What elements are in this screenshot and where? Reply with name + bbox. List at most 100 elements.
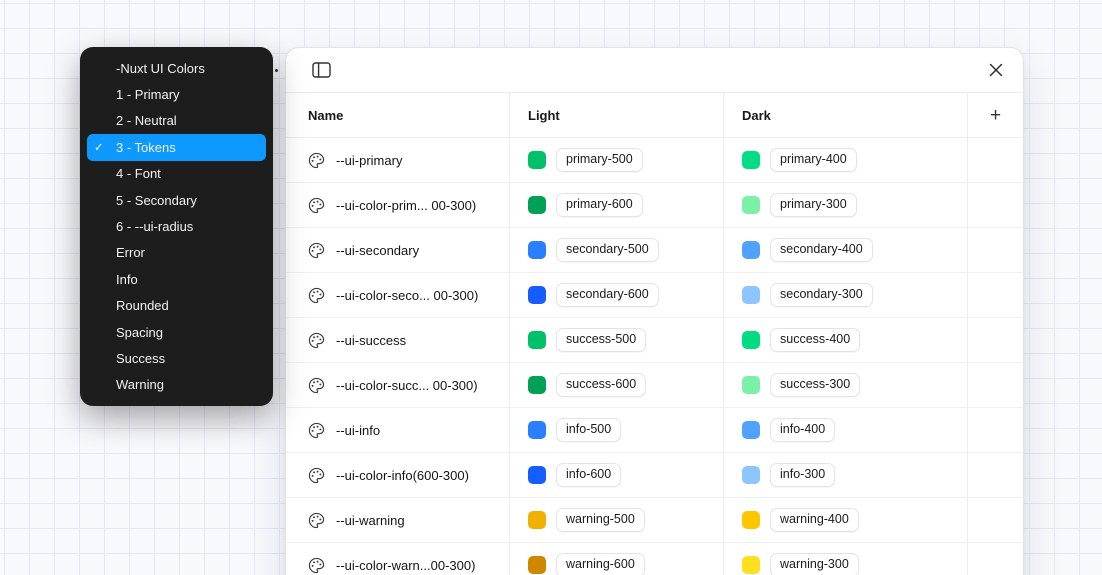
- column-header-light[interactable]: Light: [510, 93, 724, 137]
- light-value-cell[interactable]: info-600: [510, 453, 724, 497]
- color-alias-pill[interactable]: secondary-500: [556, 238, 659, 262]
- color-alias-pill[interactable]: warning-300: [770, 553, 859, 575]
- color-swatch[interactable]: [742, 196, 760, 214]
- color-swatch[interactable]: [742, 466, 760, 484]
- dropdown-menu-item[interactable]: ✓ 3 - Tokens: [87, 134, 266, 160]
- variable-name-cell[interactable]: --ui-color-succ... 00-300): [286, 363, 510, 407]
- dropdown-menu-item[interactable]: ✓ Info: [87, 266, 266, 292]
- color-alias-pill[interactable]: secondary-300: [770, 283, 873, 307]
- color-alias-pill[interactable]: success-500: [556, 328, 646, 352]
- color-swatch[interactable]: [528, 331, 546, 349]
- table-row[interactable]: --ui-color-succ... 00-300) success-600 s…: [286, 363, 1023, 408]
- color-swatch[interactable]: [742, 331, 760, 349]
- light-value-cell[interactable]: warning-600: [510, 543, 724, 575]
- dropdown-menu-item[interactable]: ✓ 1 - Primary: [87, 81, 266, 107]
- toggle-sidebar-button[interactable]: [308, 57, 334, 83]
- variable-name-cell[interactable]: --ui-color-prim... 00-300): [286, 183, 510, 227]
- table-row[interactable]: --ui-success success-500 success-400: [286, 318, 1023, 363]
- dark-value-cell[interactable]: primary-300: [724, 183, 968, 227]
- dropdown-menu-item[interactable]: ✓ Spacing: [87, 319, 266, 345]
- table-row[interactable]: --ui-color-seco... 00-300) secondary-600…: [286, 273, 1023, 318]
- color-swatch[interactable]: [742, 511, 760, 529]
- variable-name-cell[interactable]: --ui-primary: [286, 138, 510, 182]
- light-value-cell[interactable]: primary-500: [510, 138, 724, 182]
- color-alias-pill[interactable]: warning-400: [770, 508, 859, 532]
- dark-value-cell[interactable]: info-300: [724, 453, 968, 497]
- dark-value-cell[interactable]: info-400: [724, 408, 968, 452]
- color-alias-pill[interactable]: info-400: [770, 418, 835, 442]
- dropdown-menu-item[interactable]: ✓ -Nuxt UI Colors: [87, 55, 266, 81]
- color-swatch[interactable]: [742, 151, 760, 169]
- table-row[interactable]: --ui-color-info(600-300) info-600 info-3…: [286, 453, 1023, 498]
- light-value-cell[interactable]: secondary-600: [510, 273, 724, 317]
- table-row[interactable]: --ui-secondary secondary-500 secondary-4…: [286, 228, 1023, 273]
- color-alias-pill[interactable]: info-500: [556, 418, 621, 442]
- variable-name-cell[interactable]: --ui-success: [286, 318, 510, 362]
- dark-value-cell[interactable]: success-300: [724, 363, 968, 407]
- dark-value-cell[interactable]: secondary-400: [724, 228, 968, 272]
- color-alias-pill[interactable]: primary-300: [770, 193, 857, 217]
- color-swatch[interactable]: [528, 466, 546, 484]
- color-alias-pill[interactable]: primary-400: [770, 148, 857, 172]
- variable-name-cell[interactable]: --ui-color-seco... 00-300): [286, 273, 510, 317]
- dropdown-menu-item[interactable]: ✓ 5 - Secondary: [87, 187, 266, 213]
- table-row[interactable]: --ui-warning warning-500 warning-400: [286, 498, 1023, 543]
- variable-name-cell[interactable]: --ui-info: [286, 408, 510, 452]
- variable-name-cell[interactable]: --ui-secondary: [286, 228, 510, 272]
- dark-value-cell[interactable]: primary-400: [724, 138, 968, 182]
- color-swatch[interactable]: [528, 151, 546, 169]
- color-swatch[interactable]: [528, 376, 546, 394]
- dropdown-menu-item[interactable]: ✓ 2 - Neutral: [87, 108, 266, 134]
- color-alias-pill[interactable]: warning-500: [556, 508, 645, 532]
- add-mode-button[interactable]: +: [968, 93, 1023, 137]
- dropdown-menu-item[interactable]: ✓ Rounded: [87, 293, 266, 319]
- color-swatch[interactable]: [742, 556, 760, 574]
- color-alias-pill[interactable]: success-300: [770, 373, 860, 397]
- color-alias-pill[interactable]: primary-600: [556, 193, 643, 217]
- color-swatch[interactable]: [742, 376, 760, 394]
- color-alias-pill[interactable]: primary-500: [556, 148, 643, 172]
- variable-name-cell[interactable]: --ui-warning: [286, 498, 510, 542]
- color-swatch[interactable]: [742, 421, 760, 439]
- column-header-name[interactable]: Name: [286, 93, 510, 137]
- dropdown-menu-item-label: -Nuxt UI Colors: [116, 61, 205, 76]
- close-panel-button[interactable]: [983, 57, 1009, 83]
- color-swatch[interactable]: [528, 196, 546, 214]
- color-alias-pill[interactable]: success-600: [556, 373, 646, 397]
- light-value-cell[interactable]: primary-600: [510, 183, 724, 227]
- color-swatch[interactable]: [528, 421, 546, 439]
- dropdown-menu-item[interactable]: ✓ 6 - --ui-radius: [87, 213, 266, 239]
- color-alias-pill[interactable]: warning-600: [556, 553, 645, 575]
- dropdown-menu-item[interactable]: ✓ Error: [87, 240, 266, 266]
- color-alias-pill[interactable]: info-300: [770, 463, 835, 487]
- color-alias-pill[interactable]: secondary-600: [556, 283, 659, 307]
- color-swatch[interactable]: [528, 511, 546, 529]
- color-swatch[interactable]: [528, 286, 546, 304]
- dark-value-cell[interactable]: success-400: [724, 318, 968, 362]
- light-value-cell[interactable]: warning-500: [510, 498, 724, 542]
- color-alias-pill[interactable]: success-400: [770, 328, 860, 352]
- variable-name-cell[interactable]: --ui-color-warn...00-300): [286, 543, 510, 575]
- light-value-cell[interactable]: info-500: [510, 408, 724, 452]
- light-value-cell[interactable]: success-600: [510, 363, 724, 407]
- light-value-cell[interactable]: success-500: [510, 318, 724, 362]
- color-swatch[interactable]: [742, 286, 760, 304]
- table-row[interactable]: --ui-primary primary-500 primary-400: [286, 138, 1023, 183]
- color-swatch[interactable]: [528, 556, 546, 574]
- color-swatch[interactable]: [528, 241, 546, 259]
- dropdown-menu-item[interactable]: ✓ 4 - Font: [87, 161, 266, 187]
- dropdown-menu-item[interactable]: ✓ Success: [87, 345, 266, 371]
- column-header-dark[interactable]: Dark: [724, 93, 968, 137]
- dark-value-cell[interactable]: secondary-300: [724, 273, 968, 317]
- dropdown-menu-item[interactable]: ✓ Warning: [87, 372, 266, 398]
- variable-name-cell[interactable]: --ui-color-info(600-300): [286, 453, 510, 497]
- table-row[interactable]: --ui-info info-500 info-400: [286, 408, 1023, 453]
- table-row[interactable]: --ui-color-warn...00-300) warning-600 wa…: [286, 543, 1023, 575]
- color-alias-pill[interactable]: secondary-400: [770, 238, 873, 262]
- dark-value-cell[interactable]: warning-300: [724, 543, 968, 575]
- color-alias-pill[interactable]: info-600: [556, 463, 621, 487]
- table-row[interactable]: --ui-color-prim... 00-300) primary-600 p…: [286, 183, 1023, 228]
- color-swatch[interactable]: [742, 241, 760, 259]
- light-value-cell[interactable]: secondary-500: [510, 228, 724, 272]
- dark-value-cell[interactable]: warning-400: [724, 498, 968, 542]
